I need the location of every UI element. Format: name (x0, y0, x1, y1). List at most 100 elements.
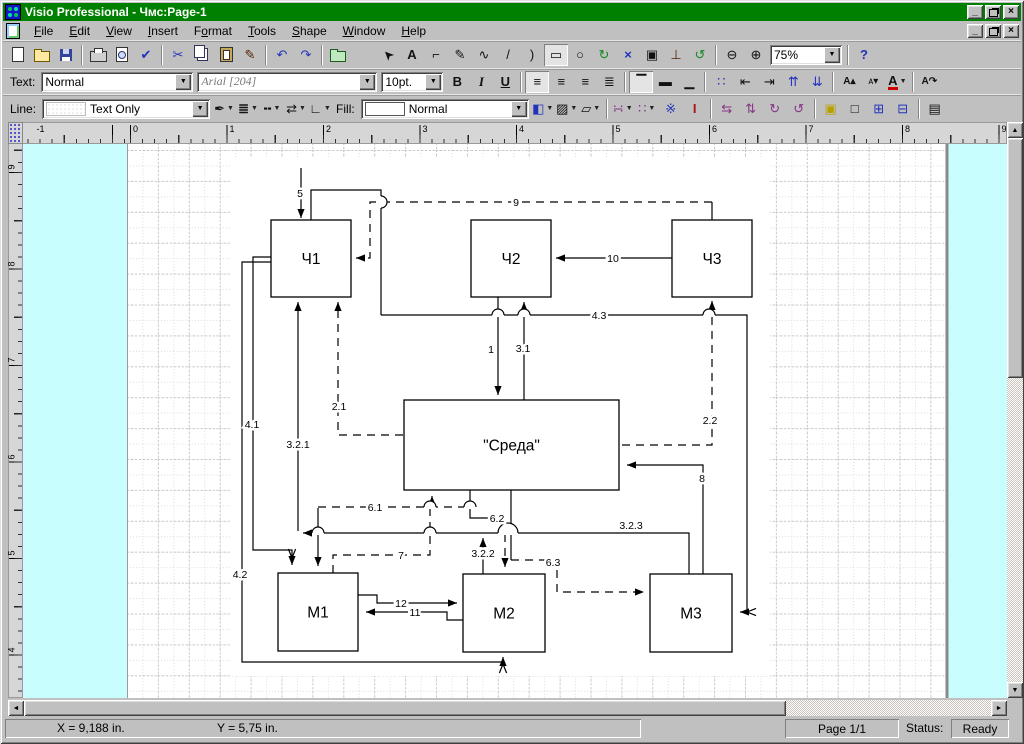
text-rotate-tool-button[interactable]: ↺ (688, 44, 712, 66)
menu-tools[interactable]: Tools (240, 22, 284, 40)
group-button[interactable]: ⊞ (867, 98, 891, 120)
flip-horizontal-button[interactable]: ⇆ (715, 98, 739, 120)
underline-button[interactable]: U (493, 71, 517, 93)
italic-button[interactable]: I (469, 71, 493, 93)
menu-help[interactable]: Help (393, 22, 434, 40)
font-combo[interactable]: Arial [204] ▼ (197, 71, 378, 92)
align-left-button[interactable]: ≡ (525, 70, 550, 93)
bullets-button[interactable]: ∷ (709, 71, 733, 93)
child-restore-button[interactable] (985, 23, 1001, 38)
crop-tool-button[interactable]: ▣ (640, 44, 664, 66)
distribute-shapes-button[interactable]: ∷ ▼ (635, 98, 659, 120)
zoom-level-combo[interactable]: 75% ▼ (770, 44, 842, 65)
menu-format[interactable]: Format (186, 22, 240, 40)
decrease-spacing-button[interactable]: ⇊ (805, 71, 829, 93)
snap-button[interactable]: ※ (659, 98, 683, 120)
font-color-button[interactable]: A ▼ (885, 71, 909, 93)
connection-point-tool-button[interactable]: × (616, 44, 640, 66)
stamp-tool-button[interactable]: ⊥ (664, 44, 688, 66)
increase-font-size-button[interactable]: A▴ (837, 71, 861, 93)
text-style-combo[interactable]: Normal ▼ (41, 71, 194, 92)
print-preview-button[interactable] (110, 44, 134, 66)
copy-button[interactable] (190, 44, 214, 66)
document-icon[interactable] (6, 22, 20, 39)
pointer-tool-button[interactable]: ➤ (376, 44, 400, 66)
fill-style-combo[interactable]: Normal ▼ (360, 98, 529, 119)
scroll-right-button[interactable]: ► (991, 700, 1007, 716)
fill-pattern-button[interactable]: ▨ ▼ (555, 98, 579, 120)
chevron-down-icon[interactable]: ▼ (626, 105, 633, 112)
menu-insert[interactable]: Insert (140, 22, 186, 40)
line-pattern-button[interactable]: ╍ ▼ (260, 98, 284, 120)
chevron-down-icon[interactable]: ▼ (359, 73, 376, 90)
arc-tool-button[interactable]: ) (520, 44, 544, 66)
rotate-left-button[interactable]: ↺ (787, 98, 811, 120)
vertical-scrollbar-thumb[interactable] (1007, 138, 1023, 378)
undo-button[interactable]: ↶ (270, 44, 294, 66)
glue-button[interactable]: I (683, 98, 707, 120)
menu-window[interactable]: Window (335, 22, 394, 40)
chevron-down-icon[interactable]: ▼ (273, 105, 280, 112)
flip-vertical-button[interactable]: ⇅ (739, 98, 763, 120)
increase-indent-button[interactable]: ⇥ (757, 71, 781, 93)
chevron-down-icon[interactable]: ▼ (546, 105, 553, 112)
close-button[interactable]: × (1003, 5, 1019, 19)
line-tool-button[interactable]: / (496, 44, 520, 66)
open-button[interactable] (30, 44, 54, 66)
align-center-button[interactable]: ≡ (549, 71, 573, 93)
menu-file[interactable]: File (26, 22, 61, 40)
justify-button[interactable]: ≣ (597, 71, 621, 93)
rotate-right-button[interactable]: ↻ (763, 98, 787, 120)
send-to-back-button[interactable]: □ (843, 98, 867, 120)
zoom-in-button[interactable]: ⊕ (744, 44, 768, 66)
horizontal-scrollbar-thumb[interactable] (24, 700, 786, 716)
scroll-up-button[interactable]: ▲ (1007, 122, 1023, 138)
bold-button[interactable]: B (445, 71, 469, 93)
increase-spacing-button[interactable]: ⇈ (781, 71, 805, 93)
chevron-down-icon[interactable]: ▼ (593, 105, 600, 112)
bring-to-front-button[interactable]: ▣ (819, 98, 843, 120)
chevron-down-icon[interactable]: ▼ (324, 105, 331, 112)
restore-button[interactable] (985, 5, 1001, 19)
line-color-button[interactable]: ✒ ▼ (212, 98, 236, 120)
format-painter-button[interactable]: ✎ (238, 44, 262, 66)
chevron-down-icon[interactable]: ▼ (192, 100, 209, 117)
align-top-button[interactable]: ▔ (629, 70, 654, 93)
align-shapes-button[interactable]: ∺ ▼ (611, 98, 635, 120)
chevron-down-icon[interactable]: ▼ (900, 78, 907, 85)
pencil-tool-button[interactable]: ✎ (448, 44, 472, 66)
rotation-tool-button[interactable]: ↻ (592, 44, 616, 66)
text-tool-button[interactable]: A (400, 44, 424, 66)
chevron-down-icon[interactable]: ▼ (251, 105, 258, 112)
menu-view[interactable]: View (98, 22, 140, 40)
chevron-down-icon[interactable]: ▼ (648, 105, 655, 112)
line-ends-button[interactable]: ⇄ ▼ (284, 98, 308, 120)
align-right-button[interactable]: ≡ (573, 71, 597, 93)
ellipse-tool-button[interactable]: ○ (568, 44, 592, 66)
save-button[interactable] (54, 44, 78, 66)
rotate-text-button[interactable]: A↷ (917, 71, 941, 93)
horizontal-scrollbar[interactable]: ◄ ► (8, 700, 1007, 716)
minimize-button[interactable]: _ (967, 5, 983, 19)
align-middle-button[interactable]: ▬ (653, 71, 677, 93)
line-style-combo[interactable]: Text Only ▼ (42, 98, 211, 119)
menu-shape[interactable]: Shape (284, 22, 335, 40)
child-minimize-button[interactable]: _ (967, 23, 983, 38)
freeform-tool-button[interactable]: ∿ (472, 44, 496, 66)
chevron-down-icon[interactable]: ▼ (510, 100, 527, 117)
font-size-combo[interactable]: 10pt. ▼ (381, 71, 444, 92)
new-document-button[interactable] (6, 44, 30, 66)
chevron-down-icon[interactable]: ▼ (175, 73, 192, 90)
help-pointer-button[interactable]: ? (852, 44, 876, 66)
chevron-down-icon[interactable]: ▼ (425, 73, 442, 90)
redo-button[interactable]: ↷ (294, 44, 318, 66)
shadow-button[interactable]: ▱ ▼ (579, 98, 603, 120)
line-weight-button[interactable]: ≣ ▼ (236, 98, 260, 120)
open-stencil-button[interactable] (326, 44, 350, 66)
cut-button[interactable]: ✂ (166, 44, 190, 66)
corner-rounding-button[interactable]: ∟ ▼ (308, 98, 332, 120)
scroll-left-button[interactable]: ◄ (8, 700, 24, 716)
chevron-down-icon[interactable]: ▼ (824, 46, 840, 63)
ungroup-button[interactable]: ⊟ (891, 98, 915, 120)
chevron-down-icon[interactable]: ▼ (227, 105, 234, 112)
